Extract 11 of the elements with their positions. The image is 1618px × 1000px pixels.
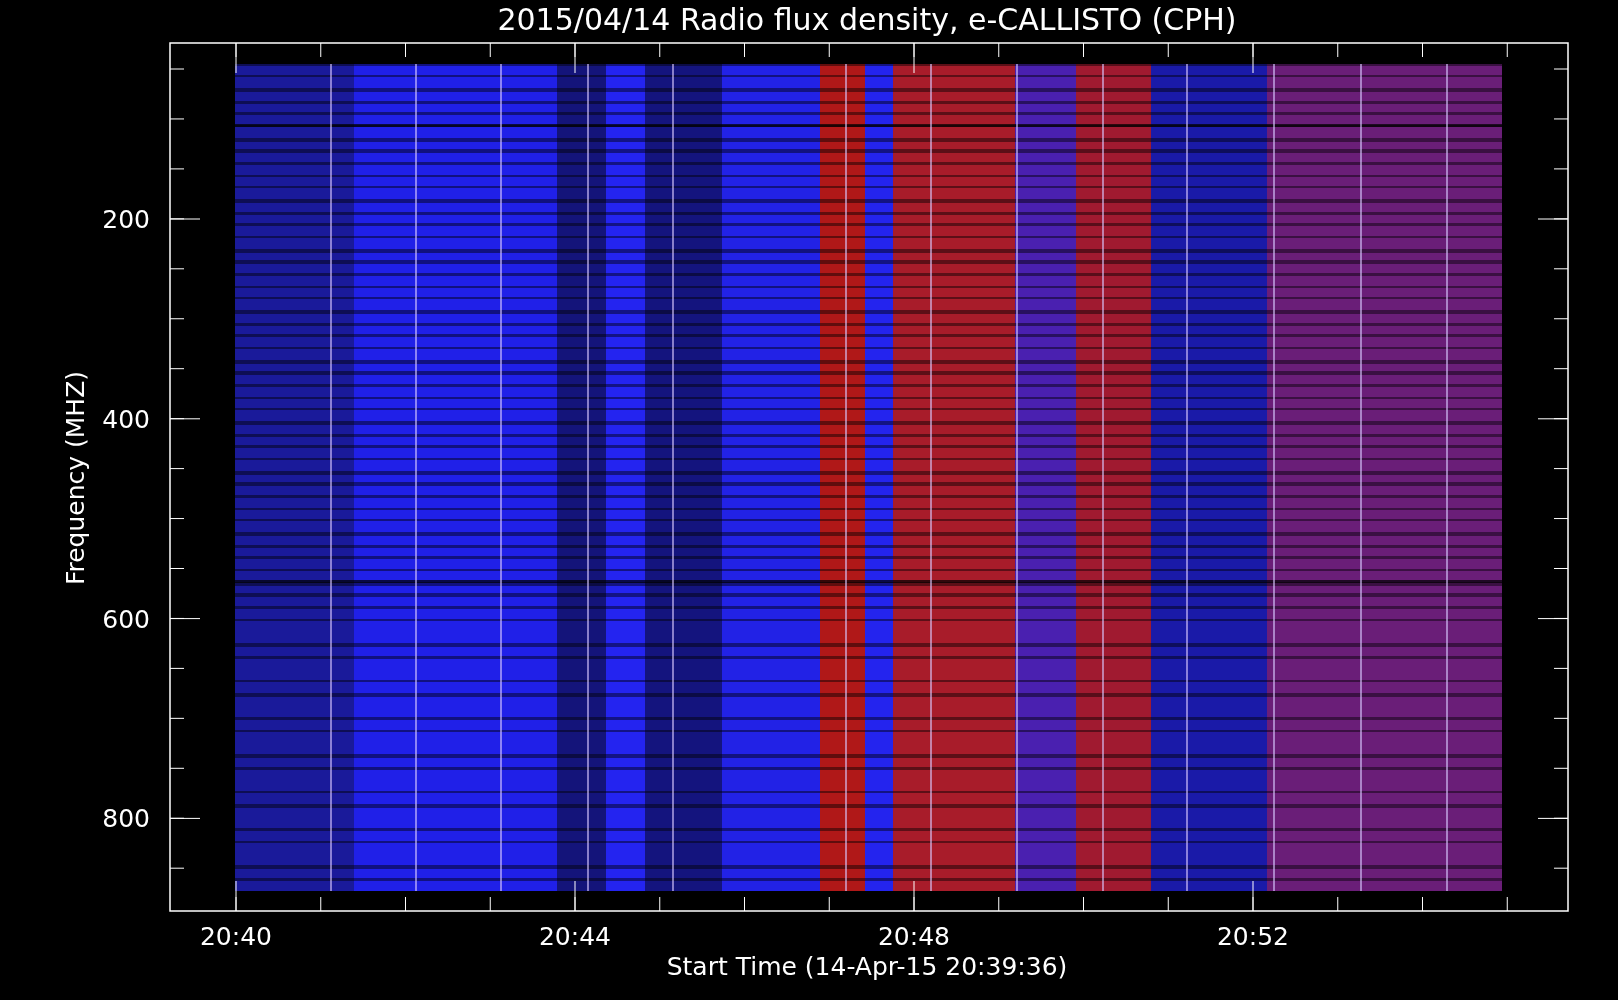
x-tick-label: 20:44: [539, 922, 611, 951]
x-tick-label: 20:40: [200, 922, 272, 951]
y-tick-label: 200: [102, 205, 150, 234]
chart-title: 2015/04/14 Radio flux density, e-CALLISTO (CPH): [497, 2, 1237, 37]
x-tick-label: 20:48: [878, 922, 950, 951]
x-tick-label: 20:52: [1217, 922, 1289, 951]
y-tick-label: 600: [102, 604, 150, 634]
x-axis-label: Start Time (14-Apr-15 20:39:36): [666, 952, 1068, 981]
y-tick-label: 400: [102, 404, 150, 434]
y-axis-label: Frequency (MHZ): [61, 370, 90, 586]
y-tick-label: 800: [102, 804, 150, 834]
